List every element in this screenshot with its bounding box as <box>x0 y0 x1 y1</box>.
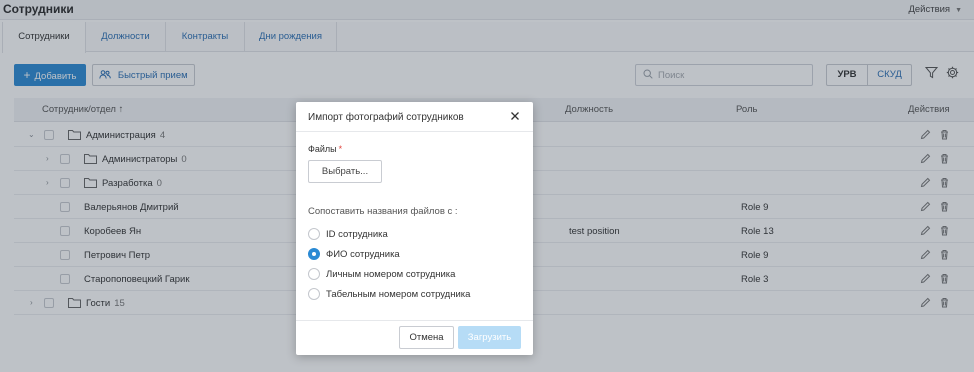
import-photos-dialog: Импорт фотографий сотрудников Файлы * Выб… <box>296 102 533 355</box>
files-label: Файлы * <box>308 144 343 154</box>
radio-button-checked[interactable] <box>308 248 320 260</box>
radio-label: ID сотрудника <box>326 229 388 240</box>
dialog-footer-divider <box>296 320 533 321</box>
radio-label: Табельным номером сотрудника <box>326 289 471 300</box>
dialog-title: Импорт фотографий сотрудников <box>308 112 464 123</box>
radio-label: ФИО сотрудника <box>326 249 400 260</box>
upload-button[interactable]: Загрузить <box>458 326 521 349</box>
cancel-button[interactable]: Отмена <box>399 326 454 349</box>
dialog-header: Импорт фотографий сотрудников <box>296 102 533 132</box>
radio-button[interactable] <box>308 288 320 300</box>
match-label: Сопоставить названия файлов с : <box>308 206 458 217</box>
required-mark: * <box>338 144 343 154</box>
choose-files-button[interactable]: Выбрать... <box>308 160 382 183</box>
employees-app: Сотрудники Действия ▼ Сотрудники Должност… <box>0 0 974 372</box>
radio-label: Личным номером сотрудника <box>326 269 456 280</box>
close-icon[interactable] <box>510 111 520 124</box>
radio-button[interactable] <box>308 228 320 240</box>
radio-button[interactable] <box>308 268 320 280</box>
